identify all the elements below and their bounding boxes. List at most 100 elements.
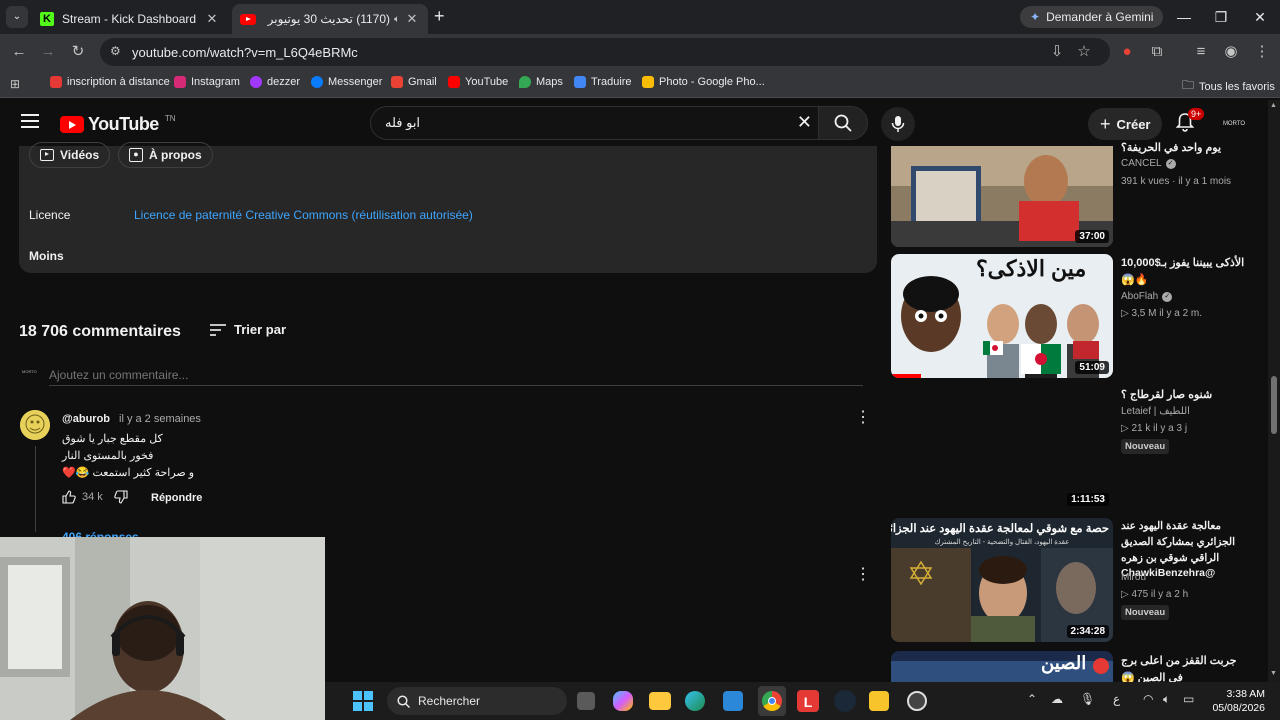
folder-icon: 🗀︎ (1182, 78, 1195, 92)
copilot-icon[interactable] (613, 691, 633, 711)
account-avatar[interactable]: MORTO (1222, 114, 1246, 134)
video-channel[interactable]: Mirou (1121, 572, 1146, 583)
search-button[interactable] (818, 106, 868, 140)
tab-kick-dashboard[interactable]: K Stream - Kick Dashboard ✕ (32, 4, 228, 34)
about-pill[interactable]: ● À propos (118, 142, 213, 168)
video-channel[interactable]: AboFlah ✓ (1121, 291, 1173, 302)
taskbar-search[interactable]: Rechercher (387, 687, 567, 715)
tab-search-button[interactable]: ⌄ (6, 6, 28, 28)
notifications-button[interactable]: 9+ (1176, 108, 1205, 132)
onedrive-icon[interactable]: ☁ (1051, 692, 1063, 706)
chrome-icon[interactable] (758, 686, 786, 716)
search-input[interactable] (385, 115, 785, 130)
comment-menu-icon[interactable]: ⋮ (855, 407, 871, 427)
comment-text-line: فخور بالمستوى النار (62, 450, 154, 462)
comment-menu-icon[interactable]: ⋮ (855, 564, 871, 584)
close-tab-icon[interactable]: ✕ (404, 11, 420, 27)
video-channel[interactable]: CANCEL ✓ (1121, 158, 1176, 169)
thumbnail-text: حصة مع شوقي لمعالجة عقدة اليهود عند الجز… (891, 523, 1109, 535)
app-l-icon[interactable]: L (797, 690, 819, 712)
restore-button[interactable]: ❐ (1210, 6, 1232, 28)
edge-icon[interactable] (685, 691, 705, 711)
video-thumbnail[interactable]: الصين (891, 651, 1113, 682)
like-button[interactable]: 34 k (62, 490, 103, 504)
volume-icon[interactable]: 🔈︎ (1163, 692, 1170, 707)
app-extra-icon[interactable] (907, 691, 927, 711)
store-icon[interactable] (723, 691, 743, 711)
bookmark-item[interactable]: Traduire (574, 76, 632, 88)
video-thumbnail[interactable]: 1:11:53 (891, 386, 1113, 510)
bookmark-item[interactable]: Maps (519, 76, 563, 88)
hamburger-menu-icon[interactable] (21, 114, 39, 128)
speaker-icon[interactable]: 🔈︎ (394, 14, 400, 25)
add-comment-input[interactable] (49, 364, 863, 386)
videos-pill[interactable]: Vidéos (29, 142, 111, 168)
video-title[interactable]: يوم واحد في الحريفة؟ (1121, 140, 1251, 157)
steam-icon[interactable] (834, 690, 856, 712)
wifi-icon[interactable]: ◠ (1143, 692, 1153, 706)
address-bar[interactable]: ⚙ youtube.com/watch?v=m_L6Q4eBRMc (100, 38, 1110, 66)
battery-icon[interactable]: ▭ (1183, 692, 1194, 706)
install-app-icon[interactable]: ⇩ (1047, 42, 1067, 62)
scroll-down-arrow[interactable]: ▼ (1270, 670, 1277, 677)
show-less-button[interactable]: Moins (29, 249, 64, 263)
close-window-button[interactable]: ✕ (1249, 6, 1271, 28)
voice-search-button[interactable] (881, 107, 915, 141)
comment-avatar[interactable] (20, 410, 50, 440)
scroll-thumb[interactable] (1271, 376, 1277, 434)
microphone-icon[interactable]: 🎙︎ (1080, 692, 1095, 706)
video-title[interactable]: شنوه صار لقرطاج ؟ (1121, 387, 1251, 404)
site-info-icon[interactable]: ⚙ (110, 44, 121, 58)
dislike-button[interactable] (114, 490, 128, 504)
reload-icon[interactable]: ↻ (68, 42, 88, 62)
forward-icon[interactable]: → (38, 42, 58, 62)
create-button[interactable]: + Créer (1088, 108, 1163, 140)
sort-button[interactable]: Trier par (210, 322, 286, 337)
bookmark-item[interactable]: Photo - Google Pho... (642, 76, 765, 88)
bookmark-item[interactable]: Messenger (311, 76, 382, 88)
bookmark-item[interactable]: YouTube (448, 76, 508, 88)
page-scrollbar[interactable]: ▲ ▼ (1268, 100, 1280, 682)
gemini-button[interactable]: ✦ Demander à Gemini (1020, 6, 1164, 28)
close-tab-icon[interactable]: ✕ (204, 11, 220, 27)
extension-badge-icon[interactable]: ● (1117, 42, 1137, 62)
all-bookmarks-label: Tous les favoris (1199, 80, 1275, 93)
verified-icon: ✓ (1162, 291, 1173, 302)
task-view-icon[interactable] (577, 692, 595, 710)
extensions-icon[interactable]: ⧉ (1147, 42, 1167, 62)
bookmark-star-icon[interactable]: ☆ (1074, 42, 1094, 62)
app-yellow-icon[interactable] (869, 691, 889, 711)
language-indicator[interactable]: ع (1113, 692, 1120, 706)
bookmark-item[interactable]: Gmail (391, 76, 437, 88)
comment-author[interactable]: @aburob (62, 413, 110, 425)
bookmark-item[interactable]: dezzer (250, 76, 300, 88)
video-thumbnail[interactable]: حصة مع شوقي لمعالجة عقدة اليهود عند الجز… (891, 518, 1113, 642)
video-thumbnail[interactable]: 37:00 (891, 146, 1113, 247)
bookmark-item[interactable]: inscription à distance (50, 76, 170, 88)
licence-link[interactable]: Licence de paternité Creative Commons (r… (134, 208, 473, 222)
all-bookmarks[interactable]: 🗀︎ Tous les favoris (1182, 76, 1275, 97)
scroll-up-arrow[interactable]: ▲ (1270, 102, 1277, 109)
video-title[interactable]: الأذكى يبيننا يفوز بـ$10,000 🔥😱 (1121, 255, 1251, 288)
reply-button[interactable]: Répondre (151, 492, 202, 504)
apps-grid-icon[interactable]: ⊞ (10, 77, 20, 91)
windows-start-icon[interactable] (353, 691, 373, 711)
menu-icon[interactable]: ⋮ (1252, 42, 1272, 62)
clock[interactable]: 3:38 AM 05/08/2026 (1210, 687, 1265, 715)
show-hidden-icons[interactable]: ⌃ (1027, 692, 1037, 706)
tab-youtube-video[interactable]: (1170) تحديث 30 يوتيوبر على... 🔈︎ ✕ (232, 4, 428, 34)
minimize-button[interactable]: — (1173, 6, 1195, 28)
tab-strip: ⌄ K Stream - Kick Dashboard ✕ (1170) تحد… (0, 0, 1280, 34)
youtube-logo[interactable]: YouTube TN (60, 114, 176, 135)
file-explorer-icon[interactable] (649, 692, 671, 710)
video-thumbnail[interactable]: مين الاذكى؟ 51:09 (891, 254, 1113, 378)
video-channel[interactable]: Letaief | اللطيف (1121, 406, 1190, 417)
profile-icon[interactable]: ◉ (1221, 42, 1241, 62)
tab-title: (1170) تحديث 30 يوتيوبر على... (264, 12, 390, 26)
back-icon[interactable]: ← (9, 42, 29, 62)
clear-search-icon[interactable]: ✕ (797, 112, 812, 133)
new-tab-button[interactable]: + (434, 6, 445, 27)
comment-time[interactable]: il y a 2 semaines (119, 413, 201, 425)
media-control-icon[interactable]: ≡ (1191, 42, 1211, 62)
bookmark-item[interactable]: Instagram (174, 76, 240, 88)
